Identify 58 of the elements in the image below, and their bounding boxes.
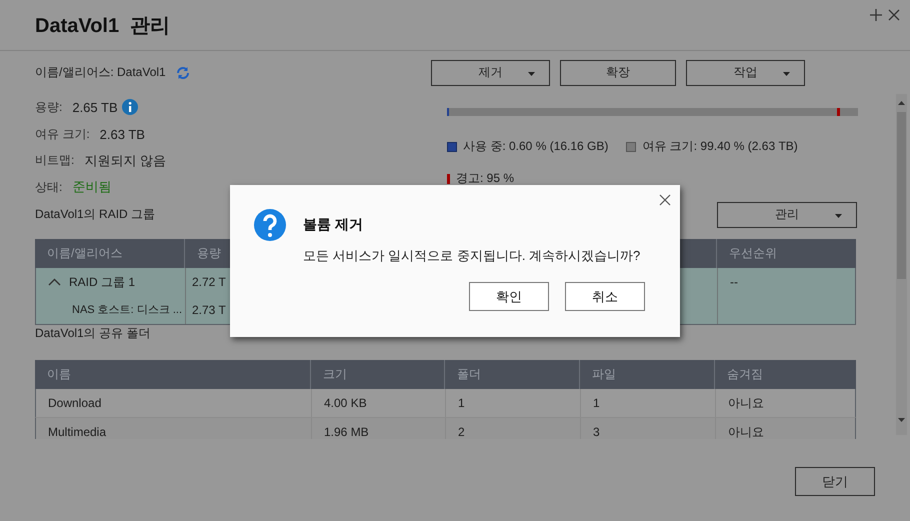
close-button[interactable]: 닫기	[795, 467, 875, 496]
scrollbar[interactable]	[896, 94, 907, 435]
table-cell-text: 2.73 T	[192, 302, 226, 319]
info-icon[interactable]	[122, 99, 138, 116]
property-value: 준비됨	[72, 178, 112, 196]
warning-marker-icon	[447, 174, 450, 184]
scroll-up-icon[interactable]	[896, 99, 907, 107]
table-cell-text: 1	[593, 394, 600, 412]
cancel-button[interactable]: 취소	[565, 282, 645, 311]
collapse-icon[interactable]	[48, 278, 61, 286]
table-cell-text: 2	[458, 424, 465, 439]
table-cell-text: --	[730, 274, 738, 291]
table-cell-text: Download	[48, 394, 102, 412]
property-label: 여유 크기:	[35, 126, 90, 143]
legend-label: 여유 크기: 99.40 % (2.63 TB)	[642, 138, 798, 155]
column-header[interactable]: 파일	[592, 366, 616, 381]
scroll-down-icon[interactable]	[896, 416, 907, 424]
property-value: 2.65 TB	[72, 100, 118, 115]
table-cell-text: 1	[458, 394, 465, 412]
legend-label: 사용 중: 0.60 % (16.16 GB)	[463, 138, 608, 155]
manage-button[interactable]: 관리	[717, 202, 857, 228]
close-icon[interactable]	[659, 194, 671, 206]
column-header[interactable]: 이름/앨리어스	[47, 246, 122, 260]
question-icon	[254, 209, 286, 241]
column-header[interactable]: 이름	[47, 366, 71, 381]
property-label: 상태:	[35, 178, 62, 196]
dialog-message: 모든 서비스가 일시적으로 중지됩니다. 계속하시겠습니까?	[303, 247, 642, 265]
column-header[interactable]: 용량	[197, 246, 221, 260]
remove-button[interactable]: 제거	[431, 60, 550, 86]
table-cell-text: 3	[593, 424, 600, 439]
confirm-button[interactable]: 확인	[469, 282, 549, 311]
table-cell-text: 아니요	[728, 394, 764, 412]
property-label: 비트맵:	[35, 152, 74, 170]
column-header[interactable]: 우선순위	[729, 246, 777, 260]
property-value: 2.63 TB	[100, 126, 145, 142]
section-title: DataVol1의 공유 폴더	[35, 326, 150, 340]
dialog-title: 볼륨 제거	[303, 216, 364, 234]
column-header[interactable]: 크기	[323, 366, 347, 381]
section-title: DataVol1의 RAID 그룹	[35, 206, 156, 224]
action-button[interactable]: 작업	[686, 60, 805, 86]
property-value: 지원되지 않음	[84, 152, 166, 170]
table-cell-text: NAS 호스트: 디스크 ...	[72, 302, 182, 318]
expand-button[interactable]: 확장	[560, 60, 676, 86]
table-cell-text: 2.72 T	[192, 274, 226, 291]
table-cell-text: 4.00 KB	[324, 394, 367, 412]
property-label: 용량:	[35, 98, 62, 116]
plus-icon[interactable]	[870, 9, 882, 21]
table-cell-text: 아니요	[728, 424, 764, 439]
column-header[interactable]: 숨겨짐	[727, 366, 763, 381]
name-alias-label: 이름/앨리어스: DataVol1	[35, 64, 166, 81]
table-cell-text: 1.96 MB	[324, 424, 369, 439]
column-header[interactable]: 폴더	[457, 366, 481, 381]
warning-label: 경고: 95 %	[456, 170, 514, 187]
close-icon[interactable]	[888, 9, 900, 21]
table-cell-text: RAID 그룹 1	[69, 274, 136, 291]
caret-icon	[835, 214, 842, 218]
table-cell-text: Multimedia	[48, 424, 106, 439]
window-title: DataVol1 관리	[35, 14, 170, 38]
